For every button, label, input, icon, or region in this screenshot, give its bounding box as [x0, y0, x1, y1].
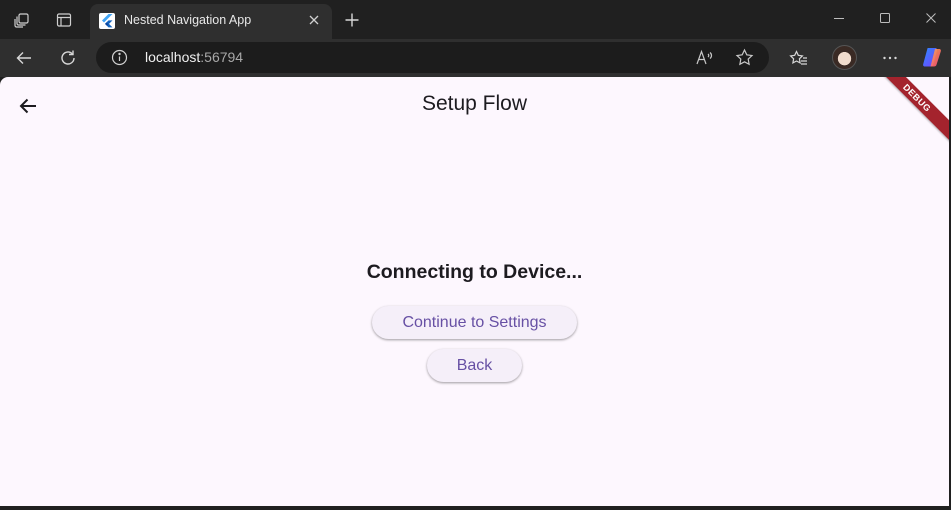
tab-title: Nested Navigation App [124, 13, 252, 27]
address-bar[interactable]: localhost:56794 [96, 42, 769, 73]
refresh-icon[interactable] [56, 46, 80, 70]
browser-toolbar: localhost:56794 [0, 39, 951, 77]
page-title: Setup Flow [421, 92, 528, 115]
window-edge-bottom [0, 506, 951, 510]
status-text: Connecting to Device... [366, 261, 583, 283]
close-window-icon[interactable] [918, 7, 944, 29]
browser-titlebar: Nested Navigation App [0, 0, 951, 39]
plus-icon[interactable] [341, 9, 363, 31]
maximize-icon[interactable] [872, 7, 898, 29]
app-bar: Setup Flow [0, 77, 949, 133]
flutter-icon [99, 13, 115, 29]
more-icon[interactable] [878, 46, 902, 70]
read-aloud-icon[interactable] [694, 47, 715, 68]
copilot-icon[interactable] [920, 45, 944, 69]
url-port: :56794 [200, 49, 244, 65]
workspaces-icon[interactable] [11, 9, 33, 31]
url-host: localhost [145, 49, 201, 65]
star-icon[interactable] [734, 47, 755, 68]
url-text[interactable]: localhost:56794 [145, 49, 243, 65]
minimize-icon[interactable] [826, 7, 852, 29]
browser-tab[interactable]: Nested Navigation App [90, 4, 332, 39]
tab-actions-icon[interactable] [53, 9, 75, 31]
favorites-icon[interactable] [786, 46, 810, 70]
close-icon[interactable] [304, 10, 324, 30]
continue-to-settings-button[interactable]: Continue to Settings [372, 306, 577, 339]
avatar[interactable] [832, 45, 857, 70]
arrow-left-icon[interactable] [12, 46, 36, 70]
back-button[interactable]: Back [427, 349, 522, 382]
info-icon[interactable] [110, 48, 129, 67]
app-viewport: Setup Flow DEBUG Connecting to Device...… [0, 77, 949, 506]
